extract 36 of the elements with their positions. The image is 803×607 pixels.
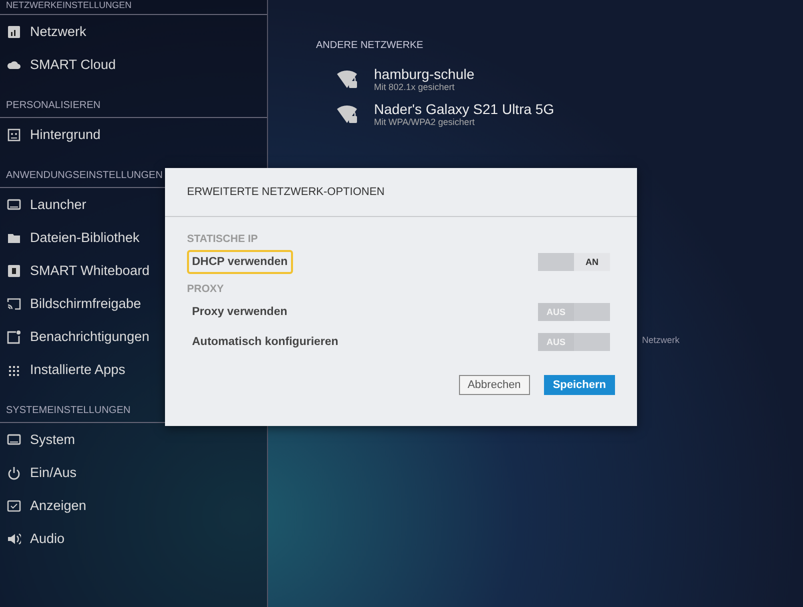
section-heading: PERSONALISIEREN — [0, 93, 267, 118]
option-label: Automatisch konfigurieren — [191, 335, 340, 350]
image-icon — [7, 128, 21, 142]
section-heading: PROXY — [187, 283, 224, 295]
network-security: Mit WPA/WPA2 gesichert — [374, 116, 476, 126]
network-security: Mit 802.1x gesichert — [374, 82, 455, 92]
monitor-icon — [7, 198, 21, 212]
sidebar-item[interactable]: Anzeigen — [0, 489, 267, 522]
dialog-title: ERWEITERTE NETZWERK-OPTIONEN — [165, 168, 637, 217]
save-button[interactable]: Speichern — [544, 375, 615, 395]
sidebar-item[interactable]: System — [0, 423, 267, 456]
sidebar-item[interactable]: Netzwerk — [0, 15, 267, 48]
network-name[interactable]: hamburg-schule — [374, 66, 474, 82]
cast-icon — [7, 296, 21, 310]
network-link[interactable]: Netzwerk — [642, 335, 680, 345]
option-label: DHCP verwenden — [187, 250, 293, 274]
cancel-button[interactable]: Abbrechen — [458, 375, 530, 395]
section-heading: NETZWERKEINSTELLUNGEN — [0, 0, 267, 15]
locked-wifi-icon — [336, 102, 360, 124]
sidebar-item[interactable]: Installierte Apps — [0, 353, 267, 386]
audio-icon — [7, 532, 21, 546]
sidebar-item[interactable]: Hintergrund — [0, 118, 267, 151]
network-icon — [7, 24, 21, 38]
sidebar-item[interactable]: Audio — [0, 522, 267, 555]
network-name[interactable]: Nader's Galaxy S21 Ultra 5G — [374, 100, 554, 116]
power-icon — [7, 466, 21, 480]
sidebar-item[interactable]: SMART Cloud — [0, 48, 267, 81]
display-icon — [7, 498, 21, 512]
notify-icon — [7, 330, 21, 344]
locked-wifi-icon — [336, 68, 360, 90]
section-heading: STATISCHE IP — [187, 233, 258, 245]
board-icon — [7, 264, 21, 278]
sidebar-item[interactable]: Ein/Aus — [0, 456, 267, 489]
section-heading: ANDERE NETZWERKE — [316, 40, 424, 51]
option-label: Proxy verwenden — [191, 305, 288, 320]
monitor-icon — [7, 432, 21, 446]
